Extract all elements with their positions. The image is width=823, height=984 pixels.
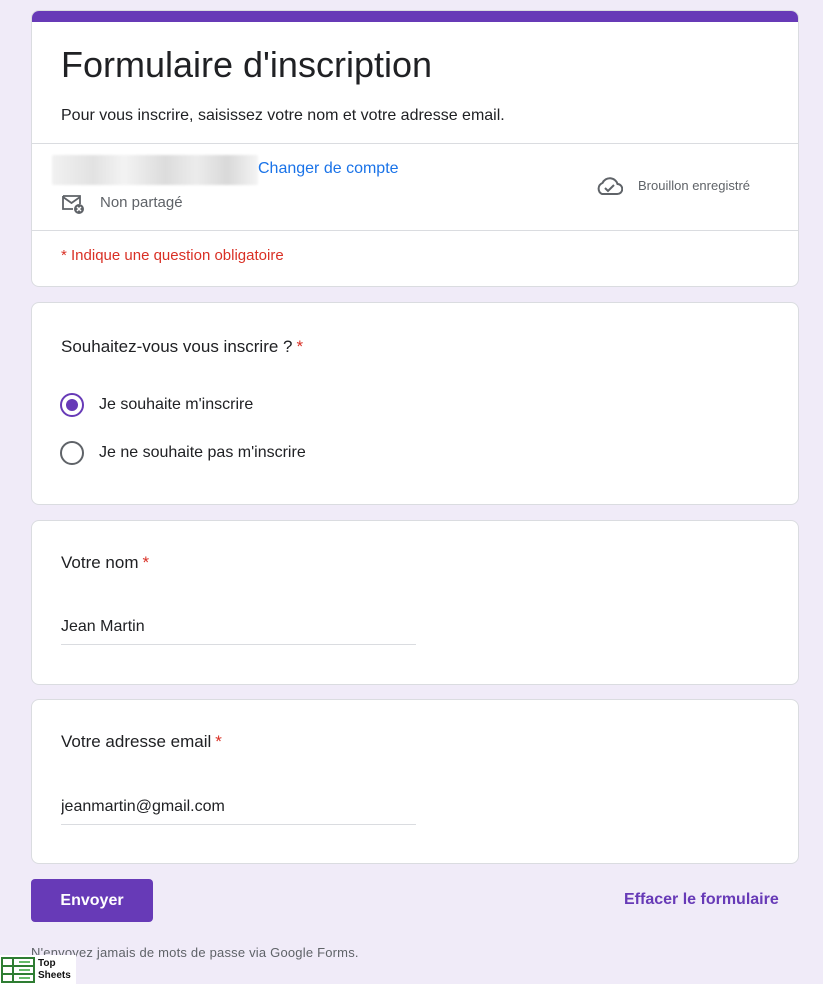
cloud-saved-icon bbox=[597, 177, 623, 195]
form-title: Formulaire d'inscription bbox=[61, 44, 433, 85]
switch-account-link[interactable]: Changer de compte bbox=[258, 160, 399, 178]
question-text: Votre adresse email bbox=[61, 732, 212, 751]
question-text: Votre nom bbox=[61, 553, 139, 572]
name-input[interactable] bbox=[61, 609, 416, 645]
divider bbox=[32, 143, 798, 144]
mail-not-shared-icon bbox=[62, 195, 84, 214]
accent-bar bbox=[32, 11, 798, 22]
question-text: Souhaitez-vous vous inscrire ? bbox=[61, 337, 293, 356]
footer-note: N'envoyez jamais de mots de passe via Go… bbox=[31, 945, 359, 960]
radio-option-signup[interactable]: Je souhaite m'inscrire bbox=[60, 393, 253, 417]
watermark-line: Sheets bbox=[38, 969, 71, 981]
question-title: Souhaitez-vous vous inscrire ? * bbox=[61, 337, 303, 357]
email-input[interactable] bbox=[61, 789, 416, 825]
radio-label: Je souhaite m'inscrire bbox=[99, 396, 254, 413]
draft-saved-status: Brouillon enregistré bbox=[638, 178, 751, 193]
clear-form-button[interactable]: Effacer le formulaire bbox=[624, 891, 779, 909]
question-title: Votre adresse email * bbox=[61, 732, 222, 752]
required-star: * bbox=[296, 337, 304, 356]
form-description: Pour vous inscrire, saisissez votre nom … bbox=[61, 107, 505, 124]
question-signup-card: Souhaitez-vous vous inscrire ? * Je souha… bbox=[31, 302, 799, 505]
question-name-card: Votre nom * bbox=[31, 520, 799, 685]
divider bbox=[32, 230, 798, 231]
required-star: * bbox=[215, 732, 222, 751]
not-shared-label: Non partagé bbox=[100, 194, 183, 211]
top-sheets-logo-icon bbox=[1, 956, 35, 983]
required-star: * bbox=[142, 553, 150, 572]
account-email-blurred bbox=[52, 155, 258, 185]
watermark: Top Sheets bbox=[0, 955, 76, 984]
radio-button-checked[interactable] bbox=[60, 393, 84, 417]
radio-option-no-signup[interactable]: Je ne souhaite pas m'inscrire bbox=[60, 441, 306, 465]
radio-label: Je ne souhaite pas m'inscrire bbox=[99, 444, 306, 461]
required-note: * Indique une question obligatoire bbox=[61, 247, 284, 264]
question-title: Votre nom * bbox=[61, 553, 149, 573]
form-header-card: Formulaire d'inscription Pour vous inscr… bbox=[31, 10, 799, 287]
submit-button[interactable]: Envoyer bbox=[31, 879, 153, 922]
watermark-line: Top bbox=[38, 957, 56, 969]
question-email-card: Votre adresse email * bbox=[31, 699, 799, 864]
watermark-text: Top Sheets bbox=[38, 958, 71, 982]
radio-button[interactable] bbox=[60, 441, 84, 465]
